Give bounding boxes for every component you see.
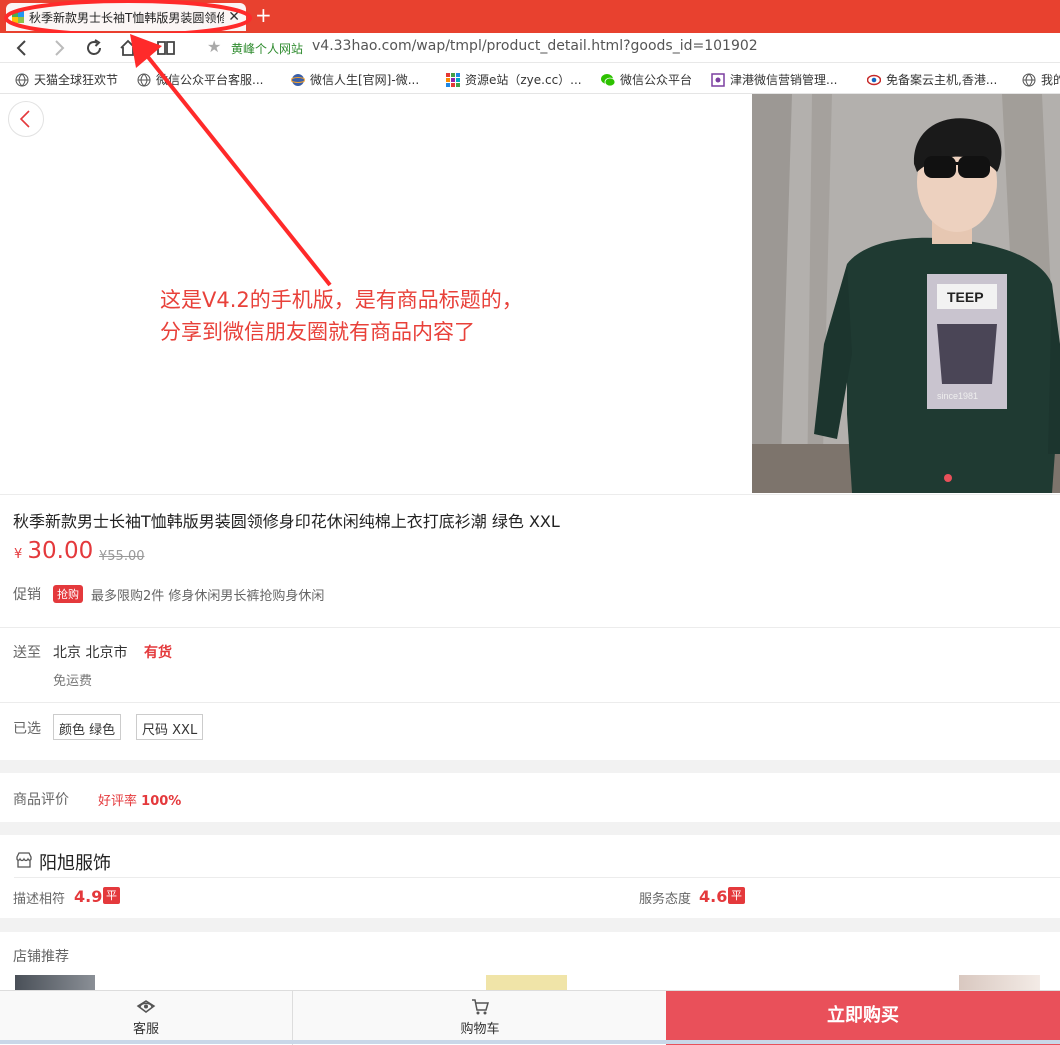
globe-icon bbox=[15, 73, 29, 86]
service-label: 客服 bbox=[132, 1022, 159, 1037]
bookmark-label: 我的 bbox=[1041, 73, 1060, 87]
product-title: 秋季新款男士长袖T恤韩版男装圆领修身印花休闲纯棉上衣打底衫潮 绿色 XXL bbox=[13, 512, 560, 531]
score-service-label: 服务态度 bbox=[639, 892, 692, 907]
free-shipping: 免运费 bbox=[53, 674, 93, 689]
bookmark-item[interactable]: 天猫全球狂欢节 bbox=[15, 71, 118, 88]
original-price: ¥55.00 bbox=[99, 549, 145, 564]
annotation-text: 这是V4.2的手机版，是有商品标题的， 分享到微信朋友圈就有商品内容了 bbox=[160, 284, 640, 348]
store-name[interactable]: 阳旭服饰 bbox=[39, 849, 111, 875]
svg-text:TEEP: TEEP bbox=[947, 289, 984, 305]
cart-icon bbox=[472, 999, 489, 1015]
score-desc-badge: 平 bbox=[103, 887, 120, 904]
cart-button[interactable]: 购物车 bbox=[294, 991, 666, 1045]
bottom-action-bar: 客服 购物车 立即购买 bbox=[0, 990, 1060, 1045]
product-image[interactable]: TEEP since1981 bbox=[752, 94, 1060, 493]
reload-icon[interactable] bbox=[84, 38, 104, 58]
puzzle-icon bbox=[711, 72, 725, 87]
score-service-badge: 平 bbox=[728, 887, 745, 904]
divider bbox=[14, 877, 1060, 878]
bookmark-item[interactable]: 微信公众平台 bbox=[601, 71, 692, 88]
bookmark-label: 天猫全球狂欢节 bbox=[34, 73, 119, 87]
buy-now-button[interactable]: 立即购买 bbox=[666, 991, 1060, 1045]
address-bar[interactable]: v4.33hao.com/wap/tmpl/product_detail.htm… bbox=[312, 38, 758, 54]
forward-icon[interactable] bbox=[49, 38, 69, 58]
annotation-line: 这是V4.2的手机版，是有商品标题的， bbox=[160, 288, 523, 312]
currency-symbol: ¥ bbox=[14, 547, 23, 562]
bookmark-item[interactable]: 免备案云主机,香港... bbox=[867, 71, 997, 88]
customer-service-button[interactable]: 客服 bbox=[0, 991, 293, 1045]
divider bbox=[0, 702, 1060, 703]
ship-address[interactable]: 北京 北京市 bbox=[53, 642, 127, 662]
price-value: 30.00 bbox=[27, 538, 94, 564]
bookmark-item[interactable]: 我的 bbox=[1022, 71, 1060, 88]
bookmark-item[interactable]: 津港微信营销管理... bbox=[711, 71, 837, 88]
cart-label: 购物车 bbox=[460, 1022, 500, 1037]
review-rate-value: 100% bbox=[141, 794, 182, 809]
promo-tag: 抢购 bbox=[53, 585, 83, 603]
divider bbox=[0, 494, 1060, 495]
review-rate-label: 好评率 bbox=[98, 794, 138, 809]
review-rate: 好评率 100% bbox=[98, 790, 181, 809]
bookmark-label: 免备案云主机,香港... bbox=[886, 73, 998, 87]
score-desc-value: 4.9 bbox=[74, 887, 103, 906]
ship-label: 送至 bbox=[13, 645, 41, 661]
taskbar-strip bbox=[0, 1040, 1060, 1044]
review-label[interactable]: 商品评价 bbox=[13, 789, 69, 809]
recommend-label: 店铺推荐 bbox=[13, 949, 69, 965]
score-service-value: 4.6 bbox=[699, 887, 728, 906]
wechat-icon bbox=[601, 73, 615, 86]
bookmark-label: 津港微信营销管理... bbox=[730, 73, 838, 87]
store-icon bbox=[16, 852, 32, 868]
eye-icon bbox=[867, 74, 881, 85]
option-size[interactable]: 尺码 XXL bbox=[136, 714, 204, 740]
annotation-arrow bbox=[130, 34, 332, 287]
selected-label: 已选 bbox=[13, 721, 41, 737]
annotation-line: 分享到微信朋友圈就有商品内容了 bbox=[160, 320, 475, 344]
option-color[interactable]: 颜色 绿色 bbox=[53, 714, 122, 740]
promo-label: 促销 bbox=[13, 587, 41, 603]
grid-icon bbox=[446, 72, 460, 87]
svg-text:since1981: since1981 bbox=[937, 391, 978, 401]
back-icon[interactable] bbox=[12, 38, 32, 58]
section-gap bbox=[0, 822, 1060, 835]
bookmark-item[interactable]: 资源e站（zye.cc）... bbox=[446, 71, 582, 88]
chevron-left-icon bbox=[19, 110, 30, 128]
stock-status: 有货 bbox=[144, 645, 172, 661]
product-price: ¥ 30.00 bbox=[14, 538, 93, 564]
bookmark-label: 资源e站（zye.cc）... bbox=[465, 73, 582, 87]
divider bbox=[0, 627, 1060, 628]
globe-icon bbox=[1022, 73, 1036, 86]
headset-icon bbox=[136, 1000, 156, 1013]
score-desc-label: 描述相符 bbox=[13, 892, 66, 907]
section-gap bbox=[0, 918, 1060, 932]
section-gap bbox=[0, 760, 1060, 773]
product-photo-illustration: TEEP since1981 bbox=[752, 94, 1060, 493]
promo-text: 最多限购2件 修身休闲男长裤抢购身休闲 bbox=[91, 589, 325, 604]
page-back-button[interactable] bbox=[8, 101, 44, 137]
bookmark-label: 微信公众平台 bbox=[620, 73, 693, 87]
